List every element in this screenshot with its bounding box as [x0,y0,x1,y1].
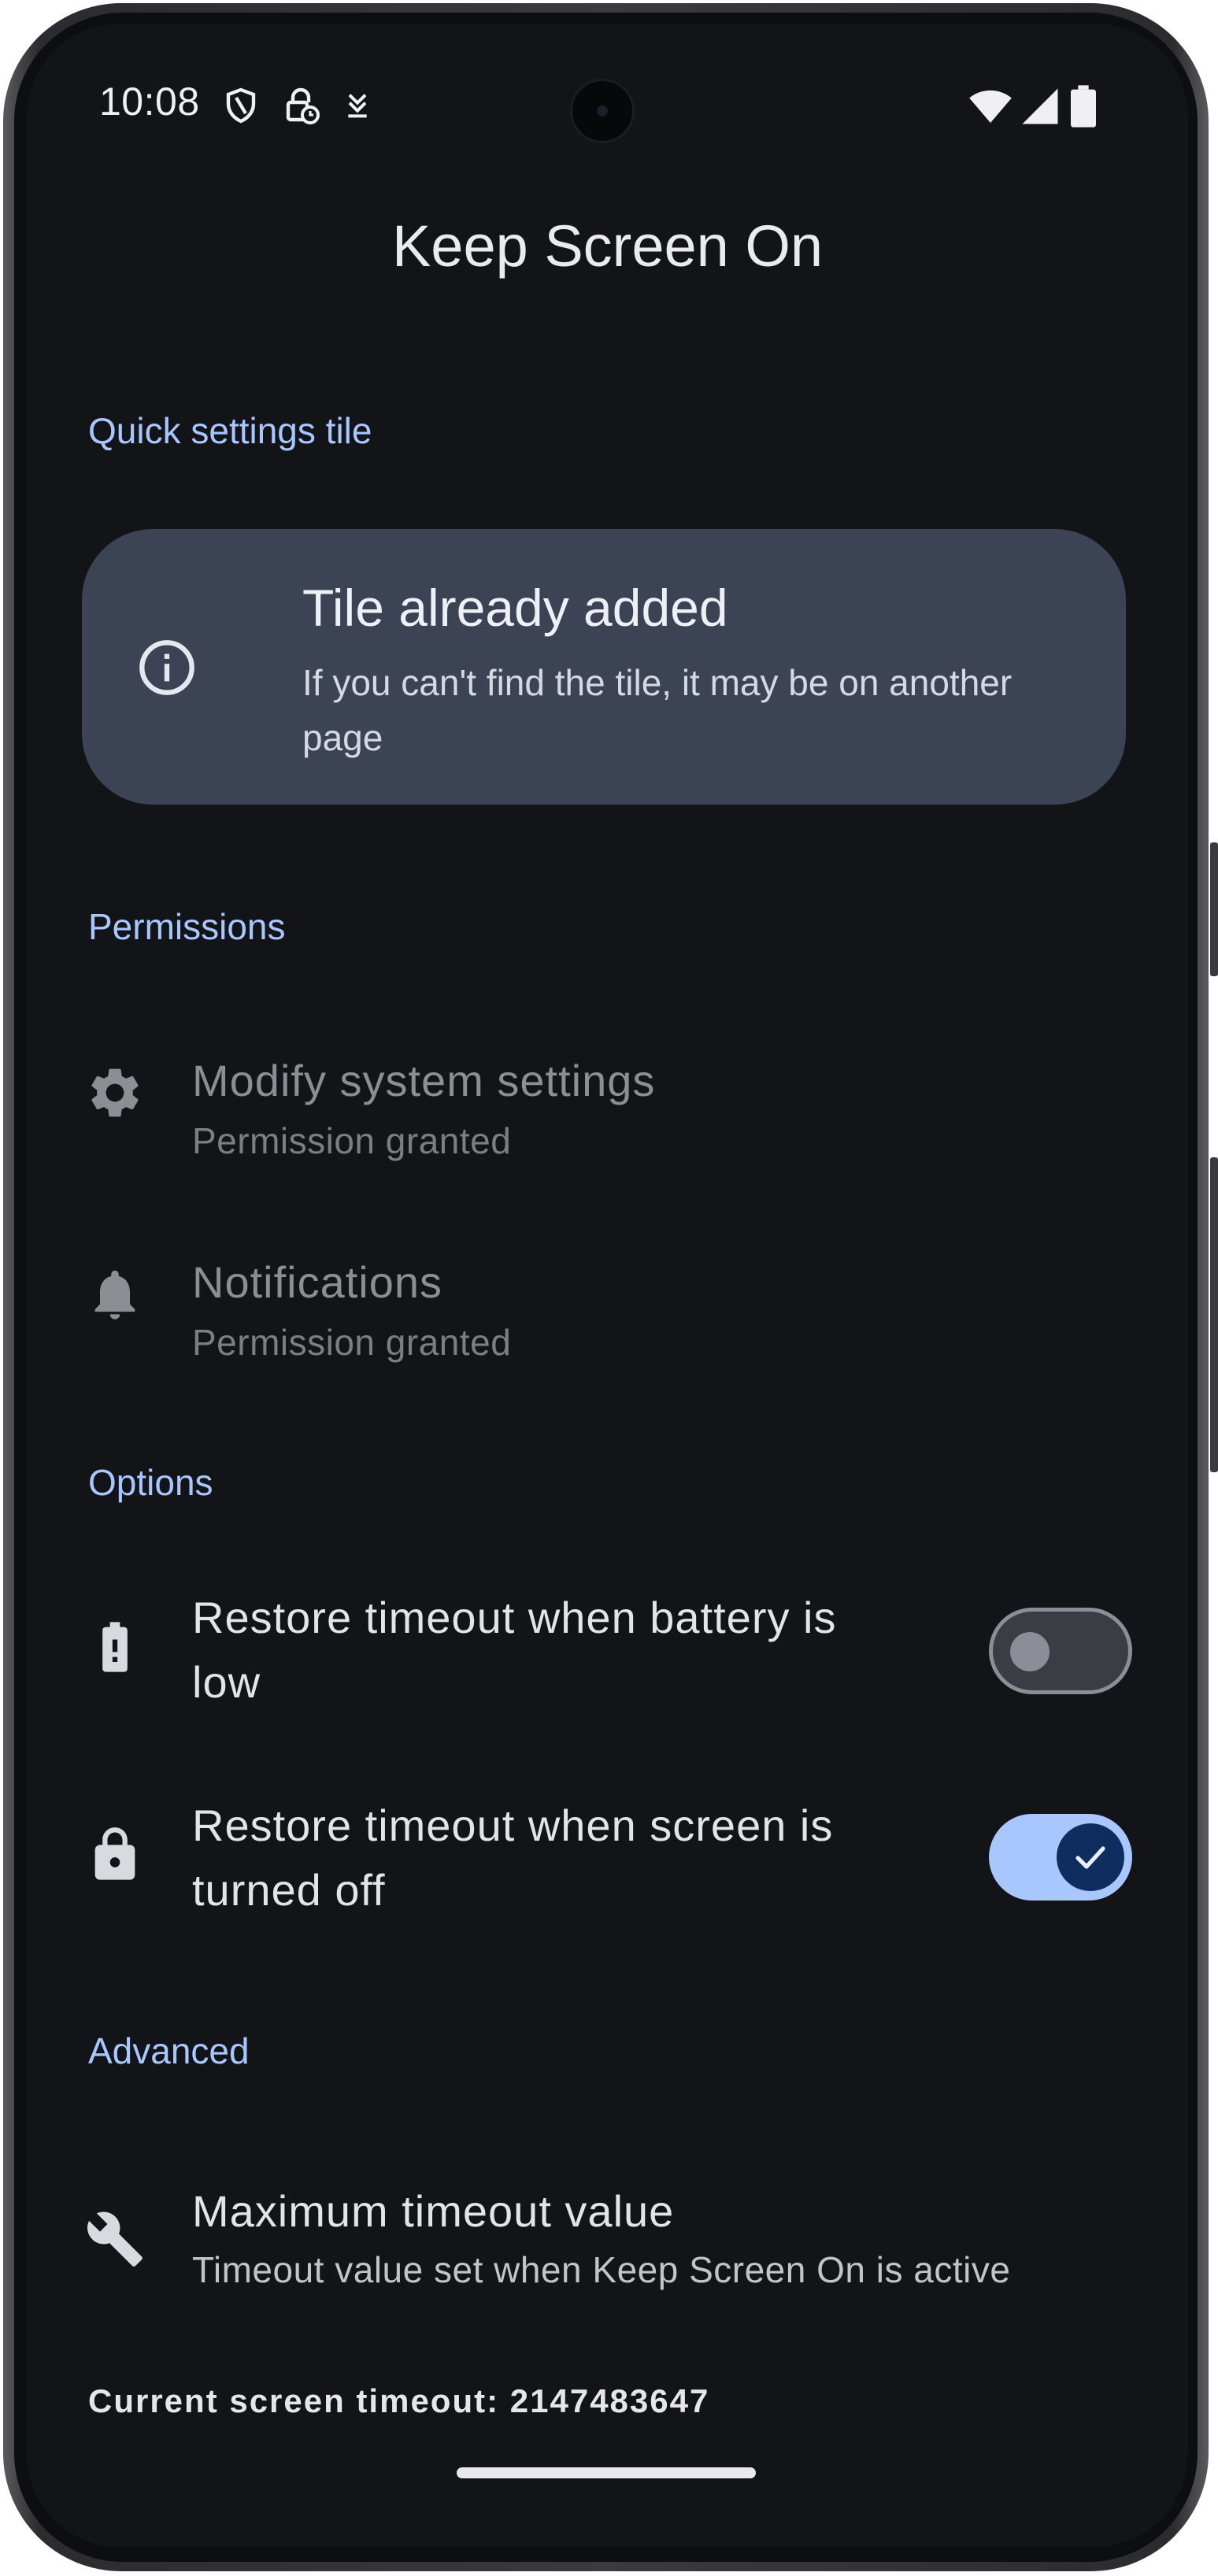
toggle-knob [1057,1823,1124,1891]
option-title: Restore timeout when battery is low [192,1593,837,1707]
volume-button [1210,1157,1218,1472]
toggle-knob [1010,1632,1050,1671]
power-button [1210,842,1218,976]
tile-status-card[interactable]: Tile already added If you can't find the… [82,529,1126,805]
device-frame: 10:08 Keep Screen On Quick settings tile… [0,0,1218,2576]
info-icon [139,640,194,695]
current-timeout-text: Current screen timeout: 2147483647 [88,2382,710,2419]
wifi-icon [969,90,1012,123]
section-header-quick-settings: Quick settings tile [88,410,372,451]
battery-icon [1071,85,1096,128]
screen-off-toggle[interactable] [989,1814,1132,1901]
section-header-advanced: Advanced [88,2030,250,2071]
lock-icon [94,1827,135,1880]
download-icon [348,94,367,118]
battery-alert-icon [102,1622,128,1672]
advanced-title: Maximum timeout value [192,2186,675,2236]
battery-low-toggle[interactable] [989,1608,1132,1694]
page-title: Keep Screen On [391,213,824,279]
permission-subtitle: Permission granted [192,1322,512,1363]
check-icon [1075,1846,1105,1869]
bell-icon [94,1270,135,1319]
front-camera [570,79,635,143]
permission-subtitle: Permission granted [192,1120,512,1161]
option-title: Restore timeout when screen is turned of… [192,1801,834,1915]
gear-icon [91,1068,139,1117]
shield-icon [226,87,256,124]
permission-title: Notifications [192,1257,443,1307]
section-header-options: Options [88,1462,213,1503]
screen: 10:08 Keep Screen On Quick settings tile… [27,24,1188,2547]
section-header-permissions: Permissions [88,906,286,947]
lock-clock-icon [286,87,320,124]
status-time: 10:08 [99,80,200,124]
wrench-icon [87,2211,143,2267]
permission-title: Modify system settings [192,1056,656,1105]
signal-icon [1022,88,1058,124]
advanced-subtitle: Timeout value set when Keep Screen On is… [192,2249,1011,2290]
tile-status-subtitle: If you can't find the tile, it may be on… [302,662,1013,758]
tile-status-title: Tile already added [302,579,728,637]
gesture-home-bar[interactable] [457,2467,756,2478]
